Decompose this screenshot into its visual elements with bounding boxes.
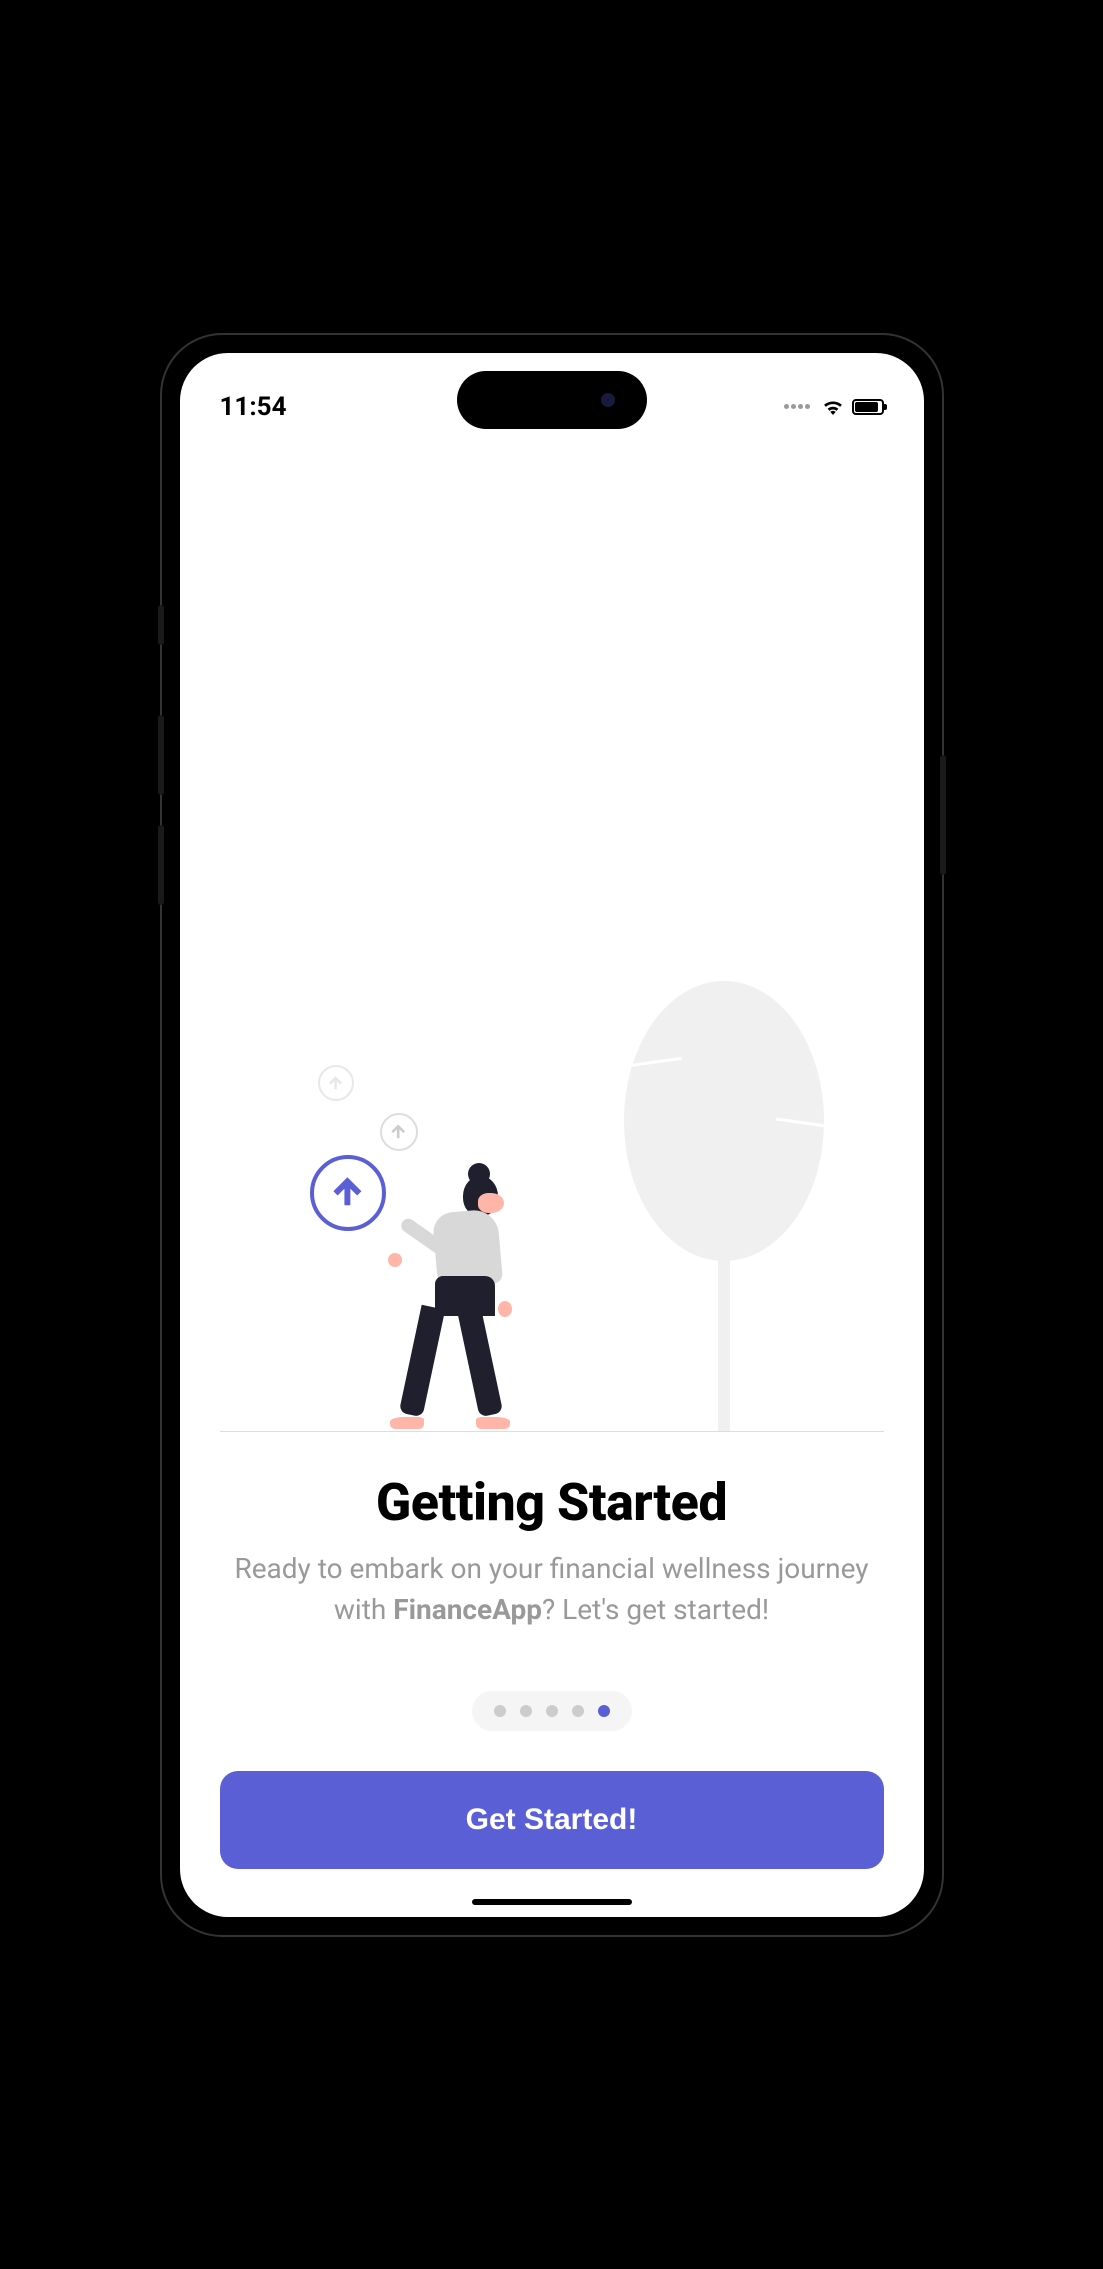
dynamic-island (457, 371, 647, 429)
illustration-area (220, 433, 884, 1433)
side-button (940, 755, 946, 875)
status-time: 11:54 (220, 392, 287, 422)
phone-frame: 11:54 (162, 335, 942, 1935)
home-indicator[interactable] (472, 1899, 632, 1905)
camera-icon (601, 393, 615, 407)
onboarding-heading: Getting Started (220, 1472, 884, 1533)
cellular-icon (784, 404, 810, 409)
side-button (158, 825, 164, 905)
wifi-icon (822, 399, 844, 415)
get-started-button[interactable]: Get Started! (220, 1771, 884, 1869)
onboarding-text: Getting Started Ready to embark on your … (220, 1432, 884, 1690)
page-dot[interactable] (494, 1705, 506, 1717)
pagination-dots (472, 1691, 632, 1731)
onboarding-content: Getting Started Ready to embark on your … (180, 433, 924, 1917)
onboarding-subtitle: Ready to embark on your financial wellne… (220, 1549, 884, 1630)
battery-icon (852, 399, 884, 415)
page-dot[interactable] (520, 1705, 532, 1717)
page-dot[interactable] (546, 1705, 558, 1717)
side-button (158, 605, 164, 645)
side-button (158, 715, 164, 795)
page-dot[interactable] (572, 1705, 584, 1717)
tree-illustration (624, 981, 824, 1431)
onboarding-illustration (220, 952, 884, 1432)
person-walking-illustration (370, 1171, 520, 1431)
phone-screen: 11:54 (180, 353, 924, 1917)
status-icons (784, 399, 884, 415)
arrow-up-icon (380, 1113, 418, 1151)
arrow-up-icon (318, 1065, 354, 1101)
page-dot-active[interactable] (598, 1705, 610, 1717)
